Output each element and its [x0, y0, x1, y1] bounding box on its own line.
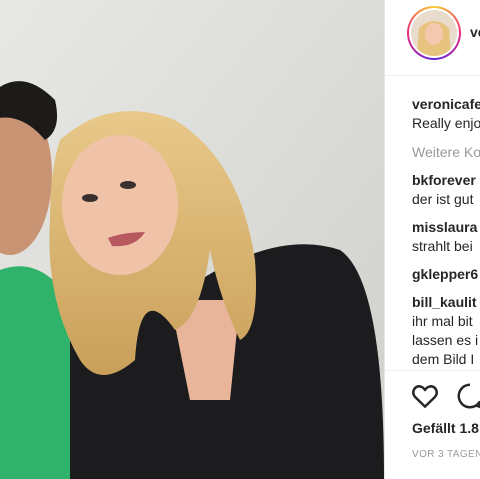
load-more-comments-link[interactable]: Weitere Ko — [412, 144, 480, 160]
heart-icon[interactable] — [410, 381, 440, 411]
caption-text: Really enjo — [412, 115, 480, 131]
comment-username[interactable]: bkforever — [412, 172, 476, 188]
post-author-username[interactable]: veronicafe — [470, 24, 480, 40]
post-header: veronicafe — [385, 0, 480, 76]
comment-text: lassen es i — [412, 332, 479, 348]
post-photo[interactable] — [0, 0, 384, 479]
post-side-panel: veronicafe veronicafe Really enjo Weiter… — [385, 0, 480, 479]
comment-text: der ist gut — [412, 191, 474, 207]
like-count[interactable]: Gefällt 1.8 — [412, 420, 479, 436]
comment-text: ihr mal bit — [412, 313, 473, 329]
comment-bubble-icon[interactable] — [455, 381, 480, 411]
comment-username[interactable]: bill_kaulit — [412, 294, 477, 310]
avatar[interactable] — [407, 6, 461, 60]
comment-text: strahlt bei — [412, 238, 473, 254]
comment-username[interactable]: gklepper6 — [412, 266, 478, 282]
comment-text: dem Bild I — [412, 351, 475, 367]
post-timestamp[interactable]: VOR 3 TAGEN — [412, 449, 480, 460]
comment-username[interactable]: misslaura — [412, 219, 477, 235]
post-photo-image — [0, 0, 384, 479]
post-actions — [385, 370, 480, 420]
caption-username[interactable]: veronicafe — [412, 96, 480, 112]
